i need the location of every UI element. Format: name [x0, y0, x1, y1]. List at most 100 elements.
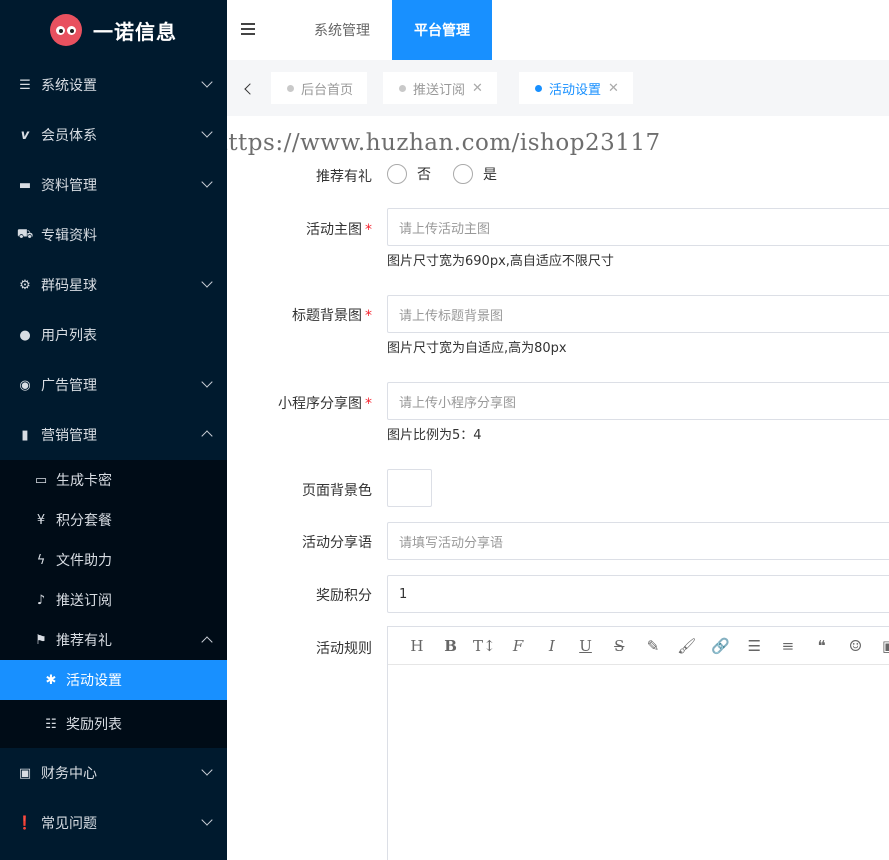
align-icon[interactable]: ≡: [771, 632, 805, 660]
bolt-icon: ϟ: [36, 552, 46, 568]
list-icon[interactable]: ☰: [737, 632, 771, 660]
sidebar-item-label: 广告管理: [41, 378, 97, 394]
sidebar-item-label: 用户列表: [41, 328, 97, 344]
bold-icon[interactable]: B: [434, 632, 468, 660]
required-mark: *: [365, 308, 372, 324]
chevron-up-icon: [201, 636, 213, 648]
main-image-input[interactable]: 请上传活动主图: [387, 208, 889, 246]
radio-label: 否: [417, 167, 431, 183]
watermark: https://www.huzhan.com/ishop23117: [227, 130, 661, 156]
radio-no[interactable]: 否: [387, 164, 431, 184]
sidebar-item-groups[interactable]: ⚙ 群码星球: [0, 260, 227, 310]
marketing-submenu: ▭ 生成卡密 ¥ 积分套餐 ϟ 文件助力 ♪ 推送订阅 ⚑ 推荐有礼 ✱ 活动设…: [0, 460, 227, 748]
points-input[interactable]: 1: [387, 575, 889, 613]
menu-fold-icon[interactable]: [241, 23, 255, 35]
sidebar-item-system-settings[interactable]: ☰ 系统设置: [0, 60, 227, 110]
yen-icon: ¥: [36, 512, 46, 528]
image-icon[interactable]: ▣: [872, 632, 889, 660]
tab-system-management[interactable]: 系统管理: [297, 0, 387, 60]
title-bg-label: 标题背景图 *: [292, 305, 372, 325]
asterisk-icon: ✱: [45, 672, 57, 688]
sidebar-item-activity-settings[interactable]: ✱ 活动设置: [0, 660, 227, 700]
text-color-icon[interactable]: ✎: [636, 632, 670, 660]
editor-toolbar: H B T↕ F I U S ✎ 🖌 🔗 ☰ ≡ ❝ ☺ ▣: [388, 627, 889, 665]
sidebar-item-points-packages[interactable]: ¥ 积分套餐: [0, 500, 227, 540]
sidebar-item-label: 会员体系: [41, 128, 97, 144]
share-image-input[interactable]: 请上传小程序分享图: [387, 382, 889, 420]
sidebar-item-albums[interactable]: ⛟ 专辑资料: [0, 210, 227, 260]
sidebar-item-ads[interactable]: ◉ 广告管理: [0, 360, 227, 410]
label-text: 标题背景图: [292, 308, 362, 324]
font-family-icon[interactable]: F: [501, 632, 535, 660]
italic-icon[interactable]: I: [535, 632, 569, 660]
title-bg-input[interactable]: 请上传标题背景图: [387, 295, 889, 333]
info-icon: ❗: [16, 815, 34, 831]
share-text-input[interactable]: 请填写活动分享语: [387, 522, 889, 560]
label-text: 奖励积分: [316, 588, 372, 604]
rules-editor[interactable]: H B T↕ F I U S ✎ 🖌 🔗 ☰ ≡ ❝ ☺ ▣: [387, 626, 889, 860]
sidebar-item-label: 推送订阅: [56, 593, 112, 609]
recommend-label: 推荐有礼: [316, 166, 372, 186]
sidebar-item-finance[interactable]: ▣ 财务中心: [0, 748, 227, 798]
required-mark: *: [365, 396, 372, 412]
rules-label: 活动规则: [316, 638, 372, 658]
points-label: 奖励积分: [316, 585, 372, 605]
radio-yes[interactable]: 是: [453, 164, 497, 184]
emoji-icon[interactable]: ☺: [839, 632, 873, 660]
sidebar-item-label: 专辑资料: [41, 228, 97, 244]
bell-icon: ♪: [36, 592, 46, 608]
sidebar-item-push-subscription[interactable]: ♪ 推送订阅: [0, 580, 227, 620]
close-icon[interactable]: ✕: [472, 81, 483, 96]
label-text: 活动分享语: [302, 535, 372, 551]
sidebar: 一诺信息 ☰ 系统设置 v 会员体系 ▬ 资料管理 ⛟ 专辑资料 ⚙ 群码星球 …: [0, 0, 227, 860]
tag-push-subscription[interactable]: 推送订阅 ✕: [383, 72, 497, 104]
chevron-left-icon: [244, 83, 256, 95]
sidebar-item-label: 资料管理: [41, 178, 97, 194]
label-text: 页面背景色: [302, 483, 372, 499]
quote-icon[interactable]: ❝: [805, 632, 839, 660]
sidebar-item-referral[interactable]: ⚑ 推荐有礼: [0, 620, 227, 660]
font-size-icon[interactable]: T↕: [467, 632, 501, 660]
sidebar-item-faq[interactable]: ❗ 常见问题: [0, 798, 227, 848]
tag-home[interactable]: 后台首页: [271, 72, 368, 104]
tag-activity-settings[interactable]: 活动设置 ✕: [519, 72, 633, 104]
sidebar-item-label: 活动设置: [66, 673, 122, 689]
sidebar-item-label: 生成卡密: [56, 473, 112, 489]
sidebar-item-membership[interactable]: v 会员体系: [0, 110, 227, 160]
chevron-down-icon: [201, 814, 213, 826]
share-image-hint: 图片比例为5：4: [387, 428, 482, 443]
ad-icon: ◉: [19, 377, 31, 393]
background-color-icon[interactable]: 🖌: [670, 632, 704, 660]
chevron-down-icon: [201, 176, 213, 188]
tag-label: 推送订阅: [413, 82, 466, 98]
sidebar-item-generate-cards[interactable]: ▭ 生成卡密: [0, 460, 227, 500]
underline-icon[interactable]: U: [569, 632, 603, 660]
sidebar-item-label: 常见问题: [41, 816, 97, 832]
sidebar-item-label: 群码星球: [41, 278, 97, 294]
radio-circle[interactable]: [453, 164, 473, 184]
label-text: 活动主图: [306, 222, 362, 238]
radio-circle[interactable]: [387, 164, 407, 184]
heading-icon[interactable]: H: [400, 632, 434, 660]
tab-platform-management[interactable]: 平台管理: [392, 0, 492, 60]
close-icon[interactable]: ✕: [608, 81, 619, 96]
sidebar-item-label: 系统设置: [41, 78, 97, 94]
sidebar-item-marketing[interactable]: ▮ 营销管理: [0, 410, 227, 460]
link-icon[interactable]: 🔗: [704, 632, 738, 660]
label-text: 活动规则: [316, 641, 372, 657]
share-text-label: 活动分享语: [302, 532, 372, 552]
sidebar-item-file-boost[interactable]: ϟ 文件助力: [0, 540, 227, 580]
vip-icon: v: [20, 127, 30, 143]
main-image-label: 活动主图 *: [306, 219, 372, 239]
logo-icon: [50, 14, 82, 46]
sidebar-item-label: 营销管理: [41, 428, 97, 444]
logo: 一诺信息: [0, 0, 227, 60]
tags-prev-button[interactable]: [235, 77, 265, 101]
sidebar-item-label: 推荐有礼: [56, 633, 112, 649]
sidebar-item-reward-list[interactable]: ☷ 奖励列表: [0, 700, 227, 748]
page-bg-color-picker[interactable]: [387, 469, 432, 507]
sidebar-item-users[interactable]: ● 用户列表: [0, 310, 227, 360]
sidebar-item-materials[interactable]: ▬ 资料管理: [0, 160, 227, 210]
strikethrough-icon[interactable]: S: [602, 632, 636, 660]
sidebar-item-label: 积分套餐: [56, 513, 112, 529]
